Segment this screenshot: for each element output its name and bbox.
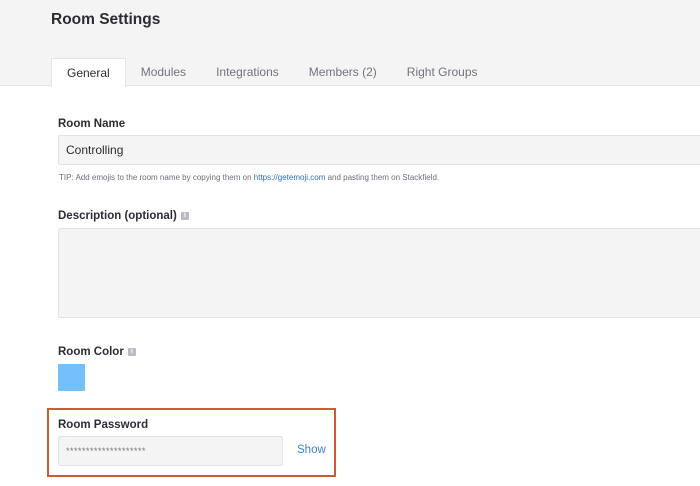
tab-right-groups[interactable]: Right Groups [392, 58, 493, 86]
emoji-tip: TIP: Add emojis to the room name by copy… [59, 173, 439, 182]
room-color-label: Room Color i [58, 346, 136, 358]
description-textarea[interactable] [59, 229, 700, 317]
room-password-label: Room Password [58, 419, 148, 431]
description-label: Description (optional) i [58, 210, 189, 222]
password-input[interactable] [59, 437, 282, 465]
page-title: Room Settings [51, 11, 161, 28]
room-password-label-text: Room Password [58, 419, 149, 431]
tab-modules[interactable]: Modules [126, 58, 201, 86]
room-color-label-text: Room Color [58, 346, 124, 358]
room-color-swatch[interactable] [58, 364, 85, 391]
description-label-text: Description (optional) [58, 210, 177, 222]
info-icon[interactable]: i [127, 348, 136, 356]
room-name-input[interactable] [59, 136, 700, 164]
info-icon[interactable]: i [180, 212, 189, 220]
password-field[interactable] [58, 436, 283, 466]
room-name-label: Room Name [58, 118, 125, 130]
tab-integrations[interactable]: Integrations [201, 58, 294, 86]
tip-prefix: TIP: Add emojis to the room name by copy… [59, 173, 254, 182]
show-password-link[interactable]: Show [297, 444, 326, 456]
room-name-label-text: Room Name [58, 118, 126, 130]
tip-suffix: and pasting them on Stackfield. [325, 173, 440, 182]
tab-general[interactable]: General [51, 58, 126, 87]
getemoji-link[interactable]: https://getemoji.com [254, 173, 326, 182]
description-field[interactable] [58, 228, 700, 318]
room-name-field[interactable] [58, 135, 700, 165]
page-header: Room Settings General Modules Integratio… [0, 0, 700, 87]
settings-tabs: General Modules Integrations Members (2)… [51, 58, 493, 87]
tab-members[interactable]: Members (2) [294, 58, 392, 86]
